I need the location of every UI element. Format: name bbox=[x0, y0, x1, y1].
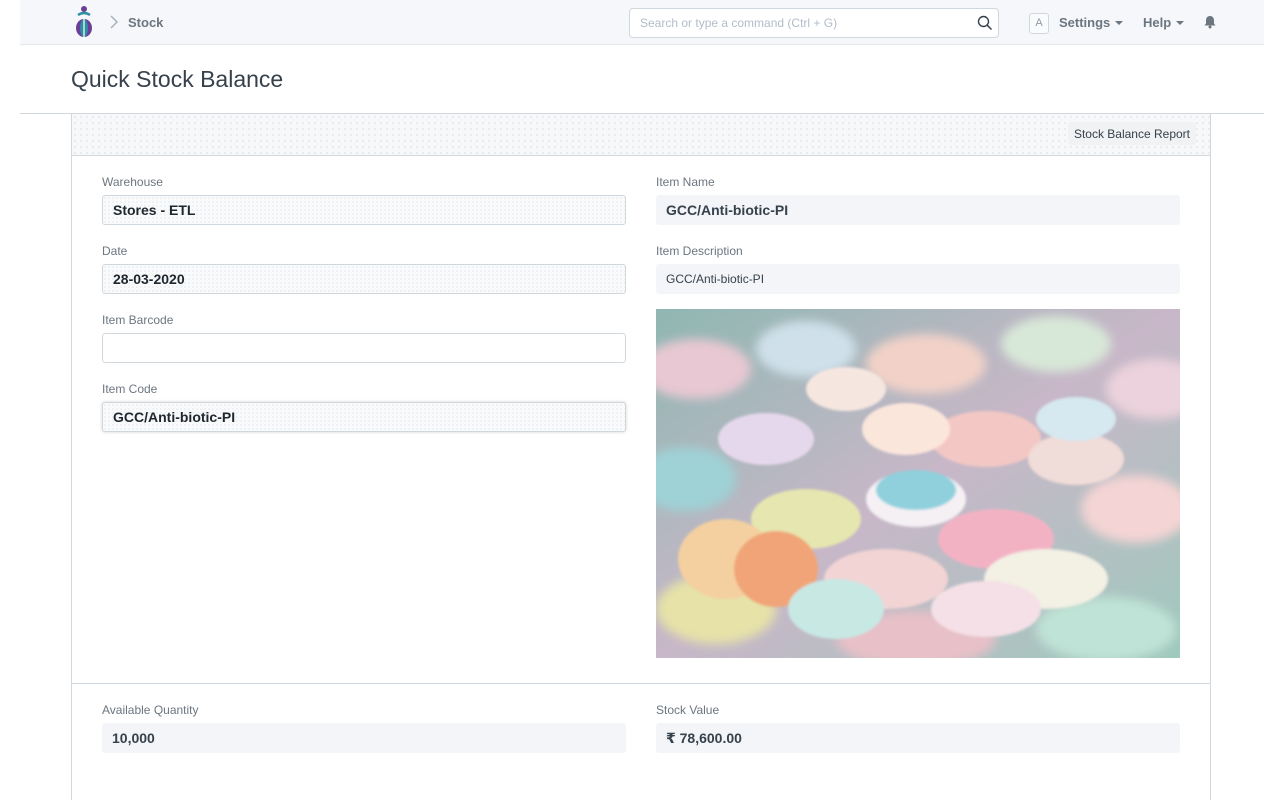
stock-balance-report-button[interactable]: Stock Balance Report bbox=[1067, 122, 1196, 145]
settings-label: Settings bbox=[1059, 15, 1111, 30]
breadcrumb-stock[interactable]: Stock bbox=[128, 15, 163, 30]
warehouse-field[interactable] bbox=[102, 195, 626, 225]
item-description-label: Item Description bbox=[656, 244, 743, 258]
item-barcode-field[interactable] bbox=[102, 333, 626, 363]
bell-icon[interactable] bbox=[1203, 15, 1217, 29]
section-divider bbox=[72, 683, 1210, 684]
panel-toolbar: Stock Balance Report bbox=[72, 114, 1210, 156]
page-title: Quick Stock Balance bbox=[71, 66, 284, 92]
item-description-value: GCC/Anti-biotic-PI bbox=[656, 264, 1180, 294]
caret-down-icon bbox=[1115, 21, 1124, 25]
caret-down-icon bbox=[1176, 21, 1185, 25]
date-field[interactable] bbox=[102, 264, 626, 294]
item-name-label: Item Name bbox=[656, 175, 715, 189]
help-dropdown[interactable]: Help bbox=[1143, 15, 1185, 30]
available-quantity-value: 10,000 bbox=[102, 723, 626, 753]
item-code-field[interactable] bbox=[102, 402, 626, 432]
item-barcode-label: Item Barcode bbox=[102, 313, 174, 327]
item-image bbox=[656, 309, 1180, 658]
avatar[interactable]: A bbox=[1029, 13, 1049, 34]
form-panel: Stock Balance Report Warehouse Date Item… bbox=[71, 114, 1211, 800]
item-name-value: GCC/Anti-biotic-PI bbox=[656, 195, 1180, 225]
settings-dropdown[interactable]: Settings bbox=[1059, 15, 1124, 30]
stock-value-value: ₹ 78,600.00 bbox=[656, 723, 1180, 753]
help-label: Help bbox=[1143, 15, 1172, 30]
available-quantity-label: Available Quantity bbox=[102, 703, 199, 717]
search-input[interactable] bbox=[630, 9, 970, 37]
warehouse-label: Warehouse bbox=[102, 175, 163, 189]
search-box bbox=[629, 8, 999, 38]
navbar: Stock A Settings Help bbox=[20, 0, 1264, 45]
date-label: Date bbox=[102, 244, 128, 258]
stock-value-label: Stock Value bbox=[656, 703, 720, 717]
item-code-label: Item Code bbox=[102, 382, 158, 396]
search-icon[interactable] bbox=[977, 15, 993, 31]
app-logo-icon[interactable] bbox=[72, 5, 96, 39]
chevron-right-icon bbox=[110, 15, 119, 29]
